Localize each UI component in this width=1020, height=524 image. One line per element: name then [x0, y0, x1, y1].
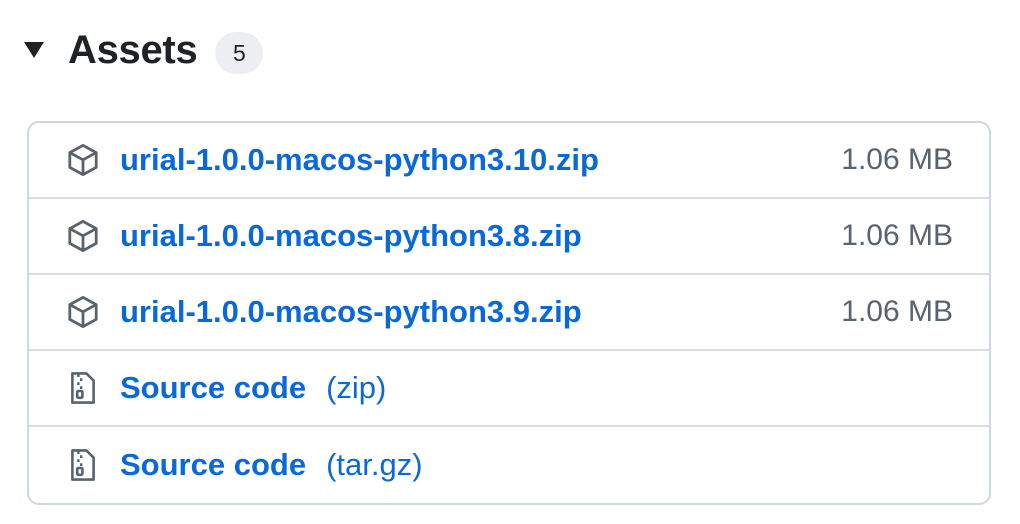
package-icon: [66, 219, 100, 253]
package-icon: [66, 143, 100, 177]
assets-list: urial-1.0.0-macos-python3.10.zip 1.06 MB…: [27, 121, 991, 505]
source-code-targz-link[interactable]: Source code: [120, 447, 306, 483]
asset-size: 1.06 MB: [841, 295, 953, 328]
asset-row: urial-1.0.0-macos-python3.8.zip 1.06 MB: [29, 199, 989, 275]
source-code-format: (tar.gz): [326, 447, 423, 482]
triangle-down-icon: [24, 40, 44, 60]
asset-size: 1.06 MB: [841, 219, 953, 252]
source-code-row: Source code (zip): [29, 351, 989, 427]
file-zip-icon: [66, 371, 100, 405]
asset-download-link[interactable]: urial-1.0.0-macos-python3.8.zip: [120, 218, 582, 254]
assets-heading: Assets: [68, 27, 198, 72]
file-zip-icon: [66, 448, 100, 482]
asset-download-link[interactable]: urial-1.0.0-macos-python3.9.zip: [120, 294, 582, 330]
asset-row: urial-1.0.0-macos-python3.9.zip 1.06 MB: [29, 275, 989, 351]
asset-row: urial-1.0.0-macos-python3.10.zip 1.06 MB: [29, 123, 989, 199]
source-code-row: Source code (tar.gz): [29, 427, 989, 503]
asset-size: 1.06 MB: [841, 143, 953, 176]
assets-count-badge: 5: [215, 32, 264, 74]
assets-summary-toggle[interactable]: Assets 5: [24, 18, 264, 82]
asset-download-link[interactable]: urial-1.0.0-macos-python3.10.zip: [120, 142, 599, 178]
source-code-format: (zip): [326, 370, 387, 405]
package-icon: [66, 295, 100, 329]
source-code-zip-link[interactable]: Source code: [120, 370, 306, 406]
